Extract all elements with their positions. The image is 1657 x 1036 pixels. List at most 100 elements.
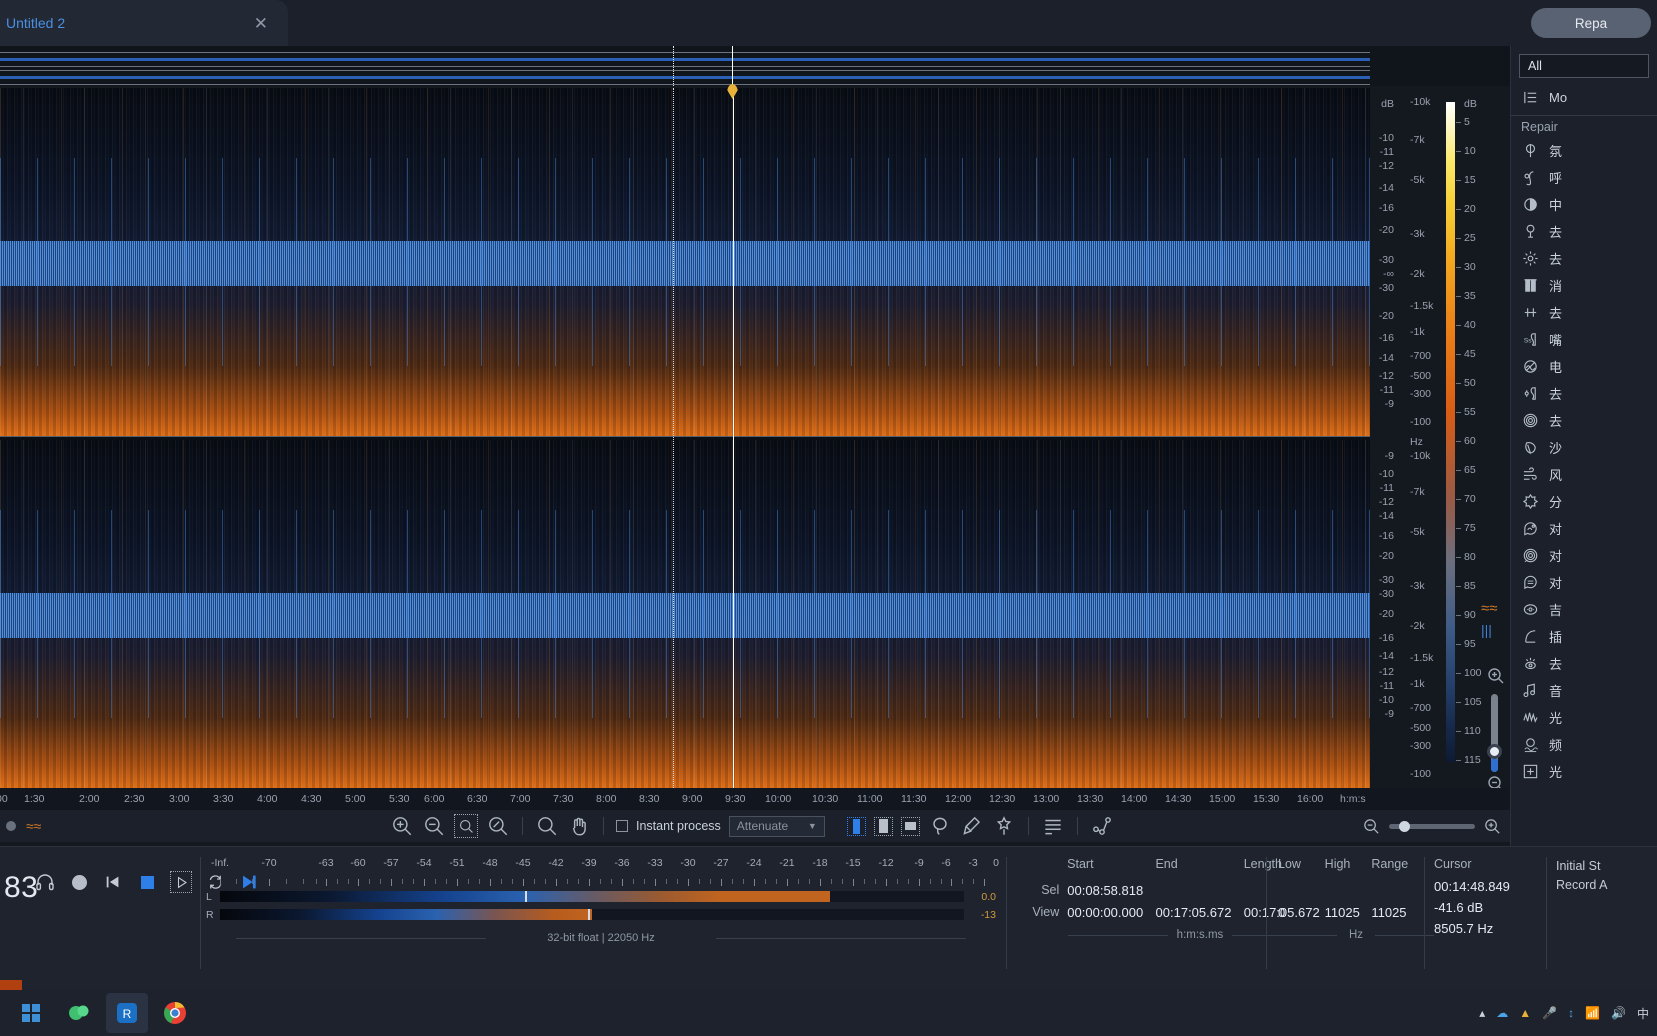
ime-icon[interactable]: 中 bbox=[1637, 1005, 1649, 1022]
history-panel[interactable]: Initial St Record A bbox=[1556, 857, 1657, 895]
freq-high-value[interactable]: 11025 bbox=[1325, 905, 1372, 920]
cloud-icon[interactable]: ☁ bbox=[1496, 1006, 1508, 1020]
sidebar-item-de-reverb[interactable]: 去 bbox=[1511, 407, 1657, 434]
waveform-display-icon[interactable]: ||| bbox=[1481, 622, 1511, 638]
chat-app-icon[interactable] bbox=[58, 993, 100, 1033]
brush-select-icon[interactable] bbox=[960, 814, 984, 838]
headphones-icon[interactable] bbox=[34, 871, 56, 893]
cursor-level: -41.6 dB bbox=[1434, 900, 1484, 915]
sidebar-item-de-ess[interactable]: Ss 嘴 bbox=[1511, 326, 1657, 353]
sidebar-group-repair: Repair bbox=[1511, 115, 1657, 137]
legend-unit: dB bbox=[1464, 98, 1477, 110]
vertical-zoom-in-icon[interactable] bbox=[1481, 666, 1511, 686]
network-icon[interactable]: 📶 bbox=[1585, 1006, 1600, 1020]
spectrogram-channel-right[interactable] bbox=[0, 440, 1370, 788]
sidebar-item-breath-control[interactable]: 呼 bbox=[1511, 164, 1657, 191]
selection-start-marker[interactable] bbox=[673, 88, 674, 788]
horizontal-zoom-in-icon[interactable] bbox=[1483, 817, 1502, 836]
de-wind-icon bbox=[1521, 465, 1540, 484]
sel-start-value[interactable]: 00:08:58.818 bbox=[1067, 883, 1155, 898]
frequency-row[interactable]: 0 11025 11025 bbox=[1278, 901, 1418, 923]
dialogue-isolate-icon bbox=[1521, 492, 1540, 511]
list-view-icon[interactable] bbox=[1041, 814, 1065, 838]
horizontal-zoom-slider[interactable] bbox=[1389, 820, 1475, 832]
magic-wand-icon[interactable] bbox=[992, 814, 1016, 838]
spectrogram-channel-left[interactable] bbox=[0, 88, 1370, 436]
history-item-record[interactable]: Record A bbox=[1556, 876, 1657, 895]
sidebar-item-ambience-match[interactable]: 氛 bbox=[1511, 137, 1657, 164]
freq-range-value[interactable]: 11025 bbox=[1371, 905, 1418, 920]
repair-assistant-button[interactable]: Repa bbox=[1531, 8, 1651, 38]
vertical-zoom-slider[interactable] bbox=[1491, 694, 1498, 772]
sidebar-item-dialogue-match[interactable]: 对 bbox=[1511, 569, 1657, 596]
sidebar-item-mouth-declick[interactable]: 去 bbox=[1511, 650, 1657, 677]
module-filter-select[interactable]: All bbox=[1519, 54, 1649, 78]
sidebar-item-music-rebalance[interactable]: 音 bbox=[1511, 677, 1657, 704]
magnifier-icon[interactable] bbox=[535, 814, 559, 838]
sidebar-item-spectral-repair[interactable]: 频 bbox=[1511, 731, 1657, 758]
zoom-to-selection-icon[interactable] bbox=[454, 814, 478, 838]
start-icon[interactable] bbox=[10, 993, 52, 1033]
gain-envelope-icon[interactable] bbox=[1090, 814, 1114, 838]
document-tab[interactable]: Untitled 2 ✕ bbox=[0, 0, 288, 46]
meter-right-label: R bbox=[206, 908, 214, 921]
sidebar-item-de-bleed[interactable]: 去 bbox=[1511, 218, 1657, 245]
box-selection-icon[interactable] bbox=[900, 816, 920, 836]
record-icon[interactable] bbox=[68, 871, 90, 893]
frequency-selection-icon[interactable] bbox=[873, 816, 893, 836]
sidebar-item-de-wind[interactable]: 风 bbox=[1511, 461, 1657, 488]
frequency-info-panel: Low High Range 0 11025 11025 Hz bbox=[1278, 857, 1434, 941]
sidebar-item-label: 中 bbox=[1549, 198, 1563, 213]
lasso-select-icon[interactable] bbox=[928, 814, 952, 838]
vertical-zoom-knob[interactable] bbox=[1487, 744, 1502, 759]
spectrogram-display-icon[interactable]: ≈≈ bbox=[1481, 600, 1511, 617]
rx-app-icon[interactable]: R bbox=[106, 993, 148, 1033]
sidebar-item-dialogue-contour[interactable]: 对 bbox=[1511, 515, 1657, 542]
sidebar-item-de-clip[interactable]: 消 bbox=[1511, 272, 1657, 299]
play-icon[interactable] bbox=[170, 871, 192, 893]
sidebar-item-de-plosive[interactable]: 去 bbox=[1511, 380, 1657, 407]
toolbar-toggle-dot[interactable] bbox=[6, 821, 16, 831]
sidebar-item-de-rustle[interactable]: 沙 bbox=[1511, 434, 1657, 461]
freq-low-value[interactable]: 0 bbox=[1278, 905, 1325, 920]
sidebar-item-dialogue-dereverb[interactable]: 对 bbox=[1511, 542, 1657, 569]
playhead-line[interactable] bbox=[733, 88, 734, 788]
horizontal-zoom-knob[interactable] bbox=[1399, 820, 1410, 832]
zoom-out-icon[interactable] bbox=[422, 814, 446, 838]
process-mode-select[interactable]: Attenuate ▼ bbox=[728, 815, 825, 837]
sidebar-item-guitar-denoise[interactable]: 吉 bbox=[1511, 596, 1657, 623]
shield-icon[interactable]: ▲ bbox=[1519, 1006, 1531, 1020]
mic-icon[interactable]: 🎤 bbox=[1542, 1006, 1557, 1020]
zoom-in-icon[interactable] bbox=[390, 814, 414, 838]
spectrogram-mode-icon[interactable]: ≈≈ bbox=[26, 818, 41, 834]
chrome-icon[interactable] bbox=[154, 993, 196, 1033]
sidebar-item-center-extract[interactable]: 中 bbox=[1511, 191, 1657, 218]
sidebar-item-interpolate[interactable]: 插 bbox=[1511, 623, 1657, 650]
zoom-fit-icon[interactable] bbox=[486, 814, 510, 838]
sidebar-item-de-hum[interactable]: 电 bbox=[1511, 353, 1657, 380]
history-item-initial[interactable]: Initial St bbox=[1556, 857, 1657, 876]
bluetooth-icon[interactable]: ↕ bbox=[1568, 1006, 1574, 1020]
sidebar-item-de-click[interactable]: 去 bbox=[1511, 245, 1657, 272]
sidebar-item-de-crackle[interactable]: 去 bbox=[1511, 299, 1657, 326]
view-end-value[interactable]: 00:17:05.672 bbox=[1156, 905, 1244, 920]
view-start-value[interactable]: 00:00:00.000 bbox=[1067, 905, 1155, 920]
skip-to-start-icon[interactable] bbox=[102, 871, 124, 893]
sidebar-item-spectral-recovery[interactable]: 光 bbox=[1511, 758, 1657, 785]
overview-waveform[interactable] bbox=[0, 46, 1510, 86]
hand-pan-icon[interactable] bbox=[567, 814, 591, 838]
overview-selection-range[interactable] bbox=[673, 46, 733, 86]
time-selection-icon[interactable] bbox=[846, 816, 866, 836]
sidebar-item-spectral-denoise[interactable]: 光 bbox=[1511, 704, 1657, 731]
stop-icon[interactable] bbox=[136, 871, 158, 893]
time-ruler[interactable]: 00 1:302:002:30 3:003:304:00 4:305:005:3… bbox=[0, 788, 1510, 810]
spectrogram-editor[interactable] bbox=[0, 88, 1370, 788]
chevron-up-icon[interactable]: ▴ bbox=[1479, 1006, 1485, 1020]
instant-process-checkbox[interactable] bbox=[616, 820, 628, 832]
horizontal-zoom-out-icon[interactable] bbox=[1362, 817, 1381, 836]
close-icon[interactable]: ✕ bbox=[248, 15, 274, 32]
view-label: View bbox=[1032, 905, 1060, 919]
sidebar-item-modules[interactable]: Mo bbox=[1511, 84, 1657, 111]
volume-icon[interactable]: 🔊 bbox=[1611, 1006, 1626, 1020]
sidebar-item-dialogue-isolate[interactable]: 分 bbox=[1511, 488, 1657, 515]
